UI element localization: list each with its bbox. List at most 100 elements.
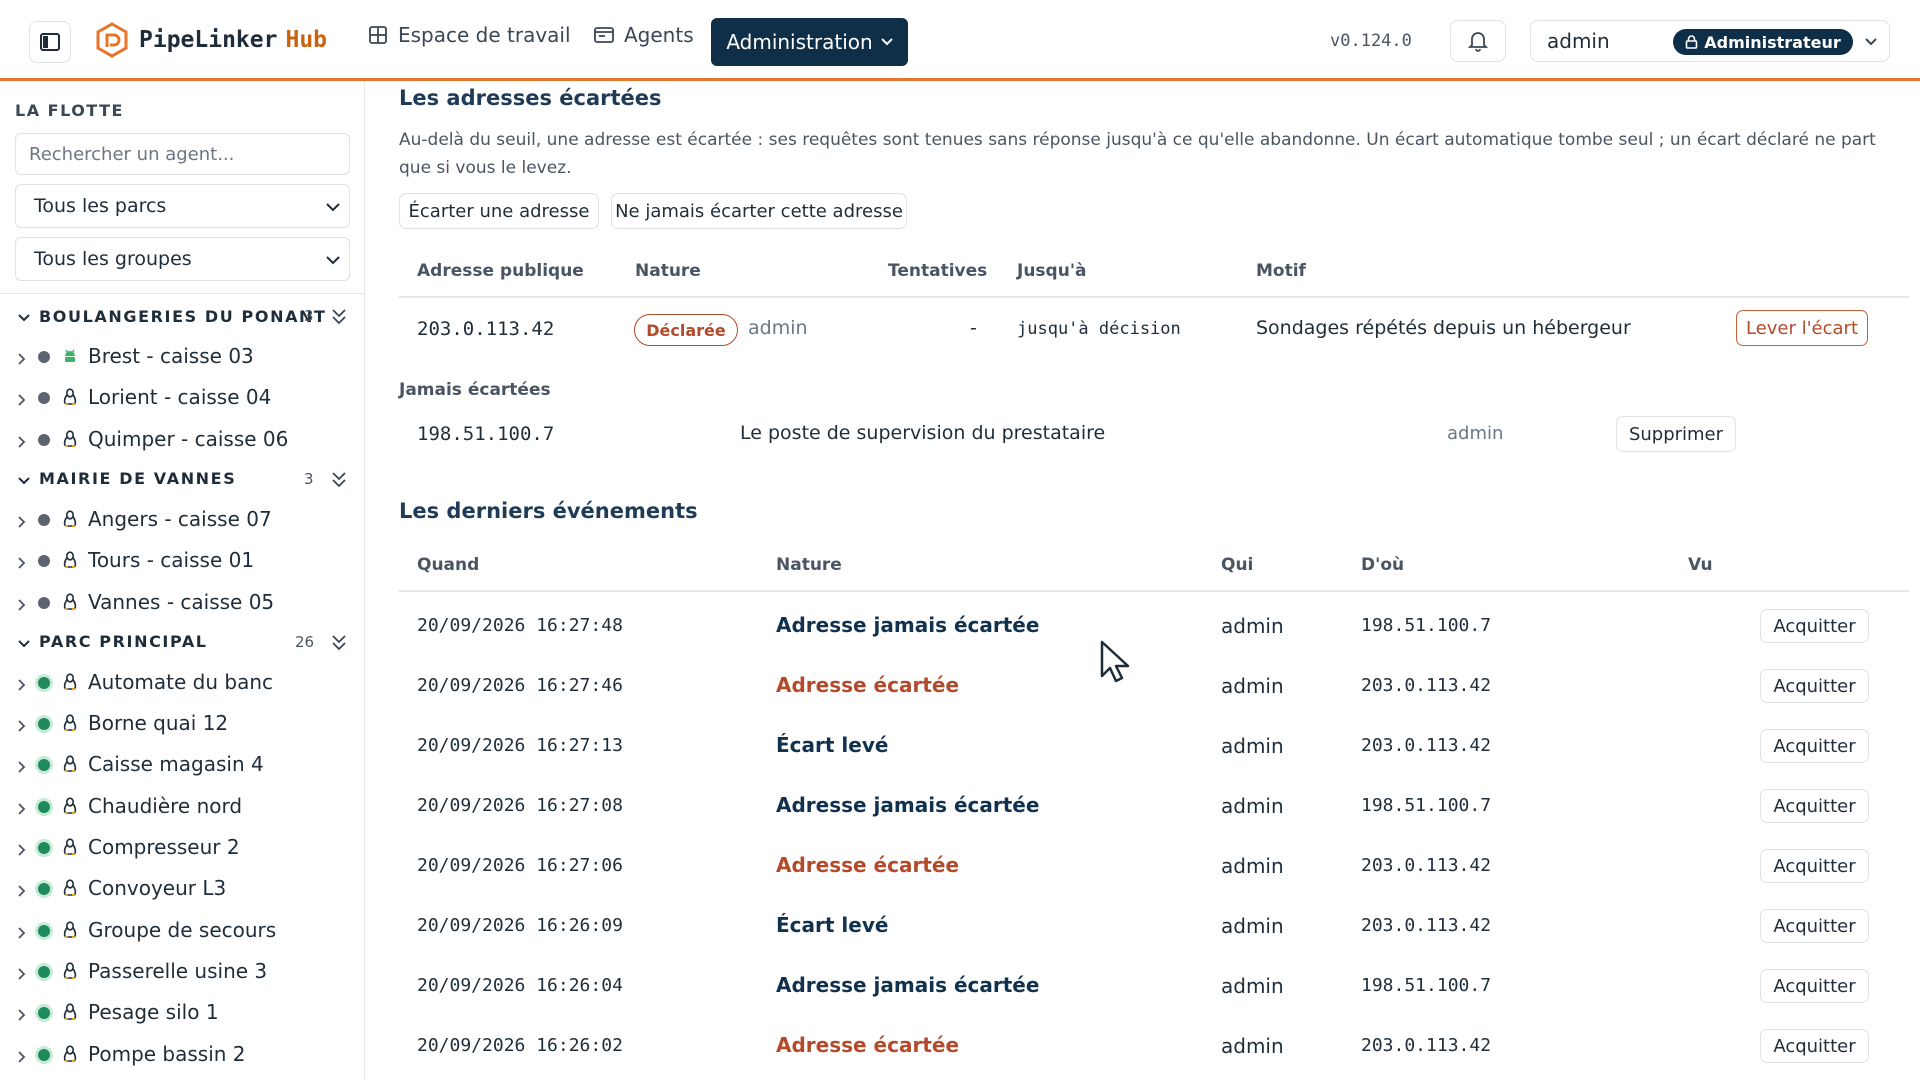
never-title: Jamais écartées [399,380,551,400]
sidebar-agent-item[interactable]: Lorient - caisse 04 [0,378,364,416]
brand[interactable]: PipeLinker Hub [95,22,327,58]
group-filter-select[interactable]: Tous les groupes [15,237,350,281]
agent-status-dot [38,676,50,689]
collapse-group-button[interactable] [331,470,347,492]
event-time: 20/09/2026 16:26:04 [417,975,623,996]
acknowledge-button[interactable]: Acquitter [1760,729,1869,763]
fleet-group-header[interactable]: MAIRIE DE VANNES 3 [0,461,364,497]
remove-never-button[interactable]: Supprimer [1616,416,1736,452]
event-from: 203.0.113.42 [1361,1035,1492,1056]
sidebar-agent-item[interactable]: Angers - caisse 07 [0,500,364,538]
col-who: Qui [1221,555,1254,575]
sidebar-agent-item[interactable]: Compresseur 2 [0,828,364,866]
sidebar-toggle-button[interactable] [29,21,71,63]
agent-name: Groupe de secours [88,917,277,942]
linux-icon [63,510,77,527]
sidebar-agent-item[interactable]: Caisse magasin 4 [0,745,364,783]
acknowledge-button[interactable]: Acquitter [1760,1029,1869,1063]
sidebar-agent-item[interactable]: Pompe bassin 2 [0,1035,364,1073]
brand-suffix: Hub [285,27,328,53]
agent-status-dot [38,513,50,526]
sidebar-agent-item[interactable]: Automate du banc [0,663,364,701]
acknowledge-button[interactable]: Acquitter [1760,789,1869,823]
park-filter-select[interactable]: Tous les parcs [15,184,350,228]
agent-status-dot [38,555,50,568]
linux-icon [63,592,77,610]
event-who: admin [1221,914,1284,938]
event-from: 203.0.113.42 [1361,915,1492,936]
ban-declared-by: admin [748,317,808,339]
linux-icon [63,673,77,690]
event-nature: Adresse écartée [776,853,960,877]
ban-until: jusqu'à décision [1017,319,1181,339]
chevron-right-icon [18,394,26,406]
sidebar-agent-item[interactable]: Groupe de secours [0,911,364,949]
never-address: 198.51.100.7 [417,423,555,445]
sidebar-agent-item[interactable]: Convoyeur L3 [0,869,364,907]
grid-icon [369,26,387,44]
sidebar-agent-item[interactable]: Pesage silo 1 [0,993,364,1031]
events-divider [399,590,1909,592]
event-nature: Adresse jamais écartée [776,973,1040,997]
linux-icon [63,1003,77,1021]
sidebar-agent-item[interactable]: Vannes - caisse 05 [0,583,364,621]
collapse-group-button[interactable] [331,633,347,655]
event-who: admin [1221,854,1284,878]
agent-status-dot [38,596,50,609]
col-when: Quand [417,555,480,575]
agent-status-dot [38,351,50,363]
notifications-button[interactable] [1450,20,1506,62]
agent-status-dot [38,392,50,405]
nav-administration-label: Administration [726,30,873,54]
never-by: admin [1447,423,1504,444]
ban-address: 203.0.113.42 [417,318,555,340]
chevron-right-icon [18,720,26,732]
event-from: 198.51.100.7 [1361,615,1492,636]
linux-icon [63,920,77,938]
acknowledge-button[interactable]: Acquitter [1760,669,1869,703]
event-who: admin [1221,674,1284,698]
event-time: 20/09/2026 16:27:06 [417,855,623,876]
acknowledge-button[interactable]: Acquitter [1760,969,1869,1003]
event-nature: Adresse jamais écartée [776,793,1040,817]
user-menu[interactable]: admin Administrateur [1530,20,1890,62]
sidebar-agent-item[interactable]: Chaudière nord [0,787,364,825]
nav-agents[interactable]: Agents [594,23,694,47]
fleet-group-count: 3 [304,469,314,488]
never-ban-button[interactable]: Ne jamais écarter cette adresse [611,193,907,229]
agent-name: Automate du banc [88,669,274,694]
event-nature: Adresse écartée [776,1033,960,1057]
pipelinker-logo-icon [96,22,128,58]
acknowledge-button[interactable]: Acquitter [1760,609,1869,643]
acknowledge-button[interactable]: Acquitter [1760,909,1869,943]
event-who: admin [1221,1034,1284,1058]
fleet-group-name: PARC PRINCIPAL [39,632,208,652]
ban-address-button[interactable]: Écarter une adresse [399,193,599,229]
event-time: 20/09/2026 16:27:08 [417,795,623,816]
sidebar-agent-item[interactable]: Borne quai 12 [0,704,364,742]
nav-administration[interactable]: Administration [711,18,908,66]
fleet-group-header[interactable]: BOULANGERIES DU PONANT 3 [0,298,364,334]
chevron-right-icon [18,803,26,815]
linux-icon [63,879,77,897]
top-bar: PipeLinker Hub Espace de travail Agents … [0,0,1920,81]
col-reason: Motif [1256,261,1306,281]
chevron-right-icon [18,598,26,611]
lift-ban-button[interactable]: Lever l'écart [1736,310,1868,346]
fleet-group-count: 26 [295,632,315,651]
sidebar-agent-item[interactable]: Quimper - caisse 06 [0,420,364,458]
sidebar-agent-item[interactable]: Brest - caisse 03 [0,337,364,375]
sidebar-agent-item[interactable]: Passerelle usine 3 [0,952,364,990]
nav-workspace[interactable]: Espace de travail [368,23,571,47]
col-nature: Nature [635,261,701,281]
chevron-right-icon [18,844,26,856]
fleet-group-header[interactable]: PARC PRINCIPAL 26 [0,624,364,660]
agent-status-dot [38,800,50,813]
table-divider [399,296,1909,298]
sidebar-agent-item[interactable]: Tours - caisse 01 [0,541,364,579]
agent-search-input[interactable] [15,133,350,175]
sidebar-icon [40,33,60,51]
bans-title: Les adresses écartées [399,86,662,110]
acknowledge-button[interactable]: Acquitter [1760,849,1869,883]
collapse-group-button[interactable] [331,307,347,329]
